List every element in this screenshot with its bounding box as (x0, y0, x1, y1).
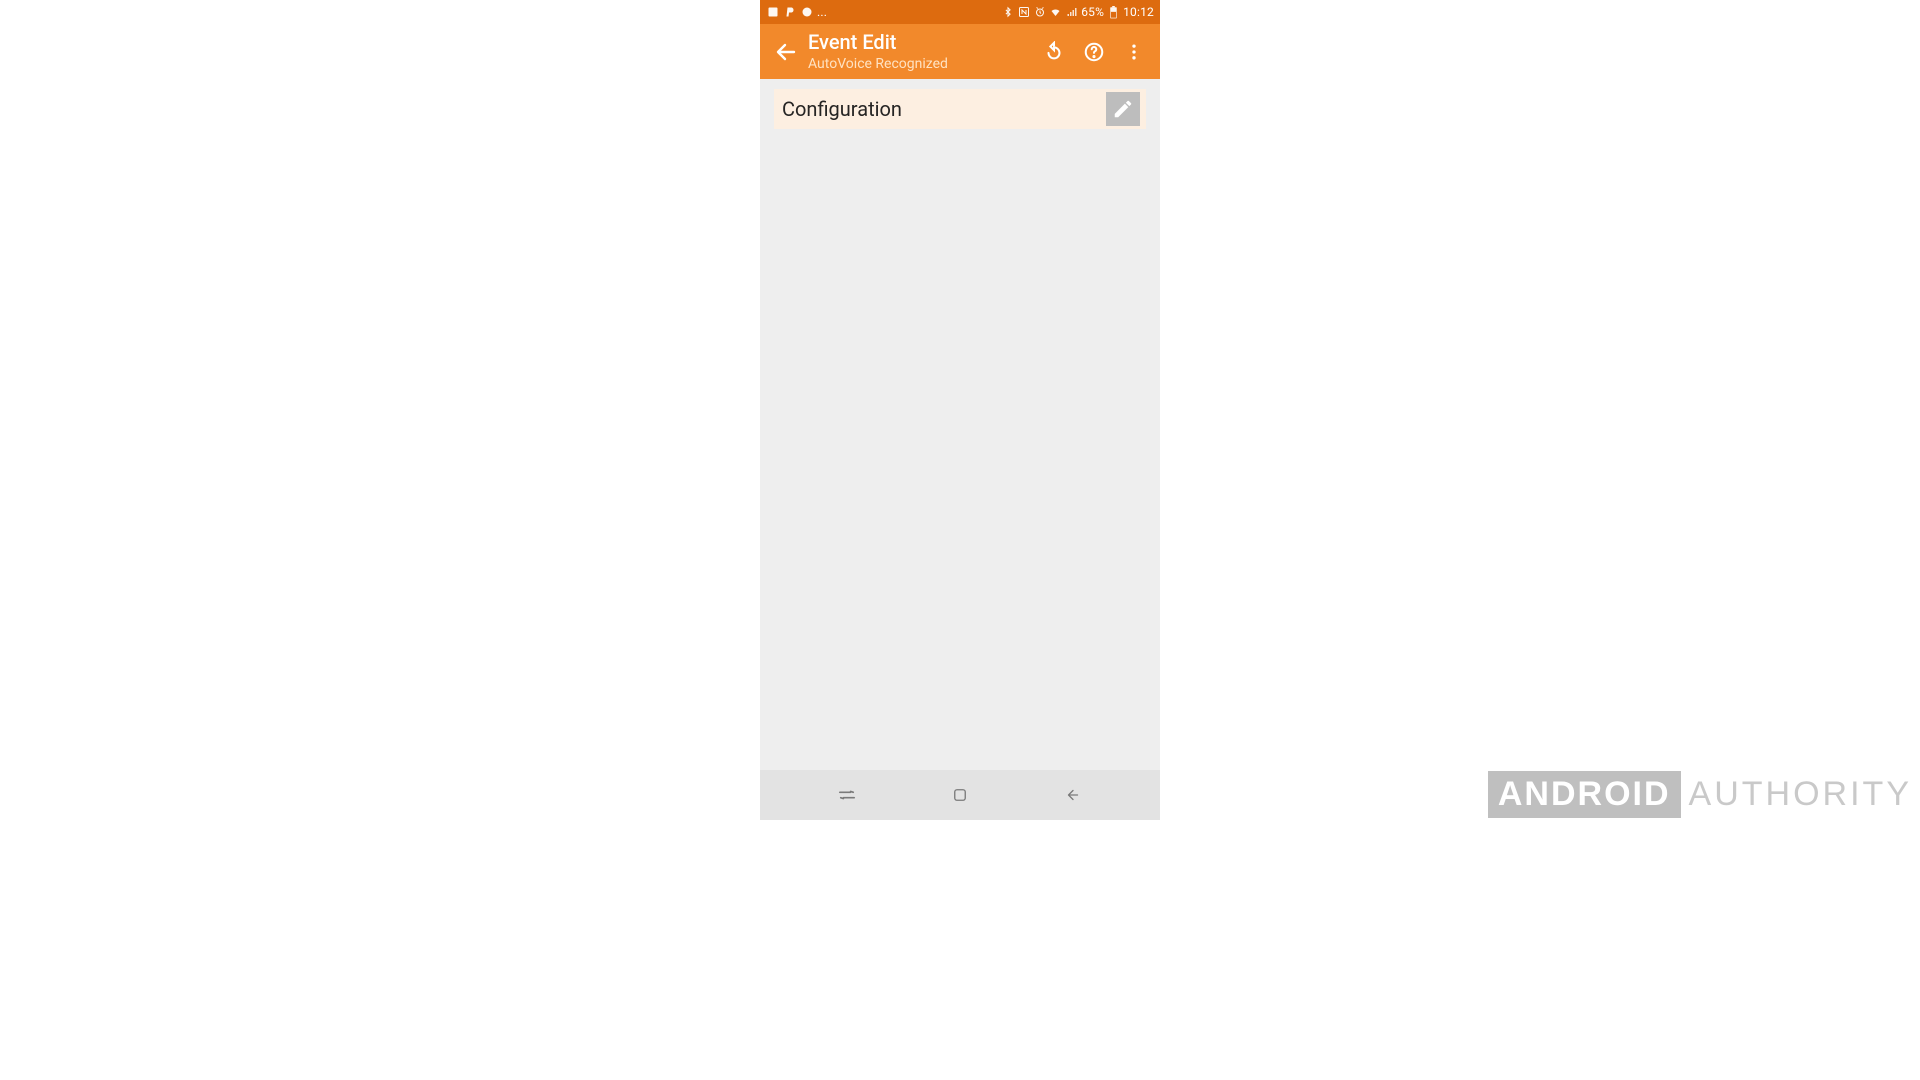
messenger-icon (800, 6, 813, 19)
recent-apps-button[interactable] (812, 775, 882, 815)
more-vert-icon (1124, 42, 1144, 62)
app-bar-titles: Event Edit AutoVoice Recognized (808, 31, 948, 72)
home-button[interactable] (925, 775, 995, 815)
configuration-label: Configuration (782, 97, 902, 121)
home-icon (951, 786, 969, 804)
arrow-left-icon (774, 40, 798, 64)
edit-configuration-button[interactable] (1106, 92, 1140, 126)
pencil-icon (1112, 98, 1134, 120)
nfc-icon (1017, 6, 1030, 19)
page-subtitle: AutoVoice Recognized (808, 56, 948, 72)
status-bar-left: ... (766, 5, 827, 19)
app-notification-icon-1 (766, 6, 779, 19)
overflow-menu-button[interactable] (1114, 32, 1154, 72)
android-nav-bar (760, 770, 1160, 820)
back-button[interactable] (768, 34, 804, 70)
wifi-icon (1049, 6, 1062, 19)
recents-icon (836, 786, 858, 804)
battery-percent: 65% (1081, 5, 1104, 19)
phone-frame: ... 65% 10:12 (760, 0, 1160, 820)
content-area: Configuration (760, 79, 1160, 770)
status-bar-right: 65% 10:12 (1001, 5, 1154, 19)
configuration-row[interactable]: Configuration (774, 89, 1146, 129)
nav-back-button[interactable] (1038, 775, 1108, 815)
page-title: Event Edit (808, 31, 948, 54)
watermark: ANDROID AUTHORITY (1488, 771, 1912, 818)
bluetooth-icon (1001, 6, 1014, 19)
battery-icon (1107, 6, 1120, 19)
status-ellipsis: ... (817, 5, 827, 19)
undo-icon (1043, 41, 1065, 63)
help-icon (1083, 41, 1105, 63)
signal-icon (1065, 6, 1078, 19)
nav-back-icon (1063, 786, 1083, 804)
watermark-rest-text: AUTHORITY (1689, 775, 1912, 814)
app-bar: Event Edit AutoVoice Recognized (760, 24, 1160, 79)
paypal-icon (783, 6, 796, 19)
help-button[interactable] (1074, 32, 1114, 72)
status-bar: ... 65% 10:12 (760, 0, 1160, 24)
alarm-icon (1033, 6, 1046, 19)
clock-text: 10:12 (1123, 5, 1154, 19)
watermark-boxed-text: ANDROID (1488, 771, 1681, 818)
undo-button[interactable] (1034, 32, 1074, 72)
